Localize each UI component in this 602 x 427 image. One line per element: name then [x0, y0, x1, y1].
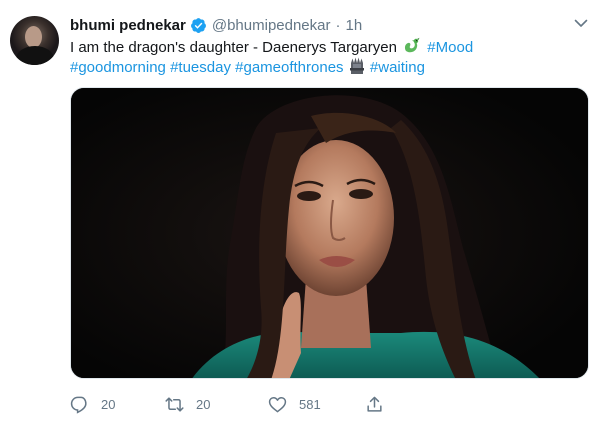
- chevron-down-icon[interactable]: [572, 14, 590, 32]
- hashtag-mood[interactable]: #Mood: [427, 39, 473, 56]
- like-button[interactable]: 581: [268, 393, 321, 415]
- author-handle[interactable]: @bhumipednekar: [212, 17, 331, 34]
- heart-icon: [268, 395, 287, 414]
- portrait-photo[interactable]: [70, 87, 589, 379]
- hashtag-tuesday[interactable]: #tuesday: [170, 59, 231, 76]
- tweet-header: bhumi pednekar @bhumipednekar · 1h: [70, 14, 362, 36]
- tweet-text-line-1: I am the dragon's daughter - Daenerys Ta…: [70, 37, 590, 57]
- tweet-text: I am the dragon's daughter - Daenerys Ta…: [70, 37, 590, 77]
- like-count: 581: [299, 396, 321, 412]
- retweet-button[interactable]: 20: [165, 393, 210, 415]
- tweet-timestamp[interactable]: 1h: [346, 17, 363, 34]
- reply-button[interactable]: 20: [70, 393, 115, 415]
- reply-icon: [70, 395, 89, 414]
- share-button[interactable]: [365, 393, 384, 415]
- throne-emoji-icon: [349, 57, 365, 81]
- hashtag-gameofthrones[interactable]: #gameofthrones: [235, 59, 343, 76]
- avatar-face: [25, 26, 42, 48]
- tweet[interactable]: bhumi pednekar @bhumipednekar · 1h I am …: [0, 0, 602, 427]
- author-name[interactable]: bhumi pednekar: [70, 17, 186, 34]
- separator-dot: ·: [335, 16, 341, 34]
- hashtag-goodmorning[interactable]: #goodmorning: [70, 59, 166, 76]
- retweet-count: 20: [196, 396, 211, 412]
- tweet-actions: 20 20 581: [70, 393, 400, 415]
- retweet-icon: [165, 395, 184, 414]
- share-icon: [365, 395, 384, 414]
- tweet-text-quote: I am the dragon's daughter - Daenerys Ta…: [70, 39, 397, 56]
- hashtag-waiting[interactable]: #waiting: [370, 59, 425, 76]
- verified-badge-icon: [190, 17, 207, 34]
- avatar[interactable]: [10, 16, 59, 65]
- tweet-text-line-2: #goodmorning #tuesday #gameofthrones #wa…: [70, 57, 590, 77]
- reply-count: 20: [101, 396, 116, 412]
- avatar-body: [16, 46, 54, 65]
